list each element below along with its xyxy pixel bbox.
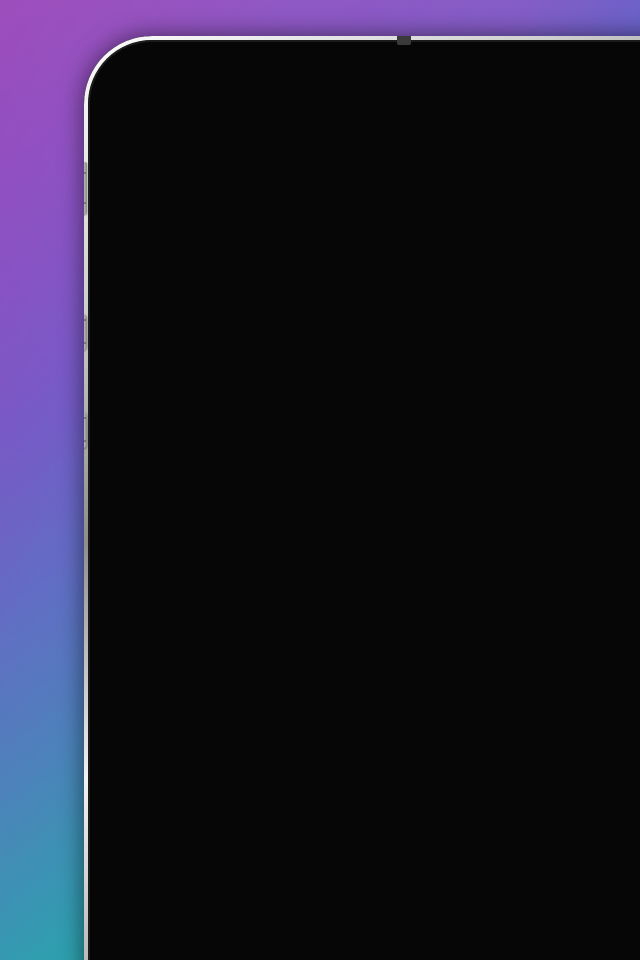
phone-bezel: Carrier 11:18 PM Back All day Tuesday, 1… bbox=[91, 43, 640, 960]
all-day-toggle[interactable] bbox=[613, 333, 640, 385]
all-day-toggle-knob bbox=[615, 335, 640, 385]
phone-device: Carrier 11:18 PM Back All day Tuesday, 1… bbox=[84, 36, 640, 960]
end-time-text: 11:00 bbox=[475, 565, 550, 600]
duration-label: Duration bbox=[224, 491, 327, 522]
end-ampm-badge: PM bbox=[552, 576, 585, 596]
time-number-grid: 1 2 3 4 5 6 7 8 9 bbox=[143, 688, 640, 960]
start-date-row[interactable]: Tuesday, 10 Sep 2013 9:00 PM bbox=[143, 393, 640, 469]
start-time-group[interactable]: 9:00 PM bbox=[476, 413, 570, 449]
volume-down-notch bbox=[84, 440, 86, 442]
wifi-icon bbox=[239, 293, 266, 318]
volume-up-button[interactable] bbox=[84, 314, 87, 350]
nav-bar-right-group: All day bbox=[512, 333, 640, 385]
event-time-form: Tuesday, 10 Sep 2013 9:00 PM Duration 2 bbox=[143, 392, 640, 622]
mute-switch-notch bbox=[84, 202, 86, 204]
start-time-text: 9:00 bbox=[475, 413, 536, 448]
number-cell[interactable]: 6 bbox=[521, 803, 640, 918]
volume-down-button[interactable] bbox=[84, 412, 87, 448]
number-cell[interactable]: 8 bbox=[332, 918, 522, 960]
app-screen: Carrier 11:18 PM Back All day Tuesday, 1… bbox=[143, 284, 640, 960]
carrier-group: Carrier bbox=[159, 292, 266, 319]
carrier-label: Carrier bbox=[159, 291, 230, 318]
end-time-group[interactable]: 11:00 PM bbox=[476, 565, 585, 601]
mute-switch-button[interactable] bbox=[84, 162, 87, 214]
back-button-label: Back bbox=[187, 341, 257, 376]
number-cell[interactable]: 9 bbox=[522, 918, 640, 960]
mute-switch-notch bbox=[84, 172, 86, 174]
number-cell[interactable]: 2 bbox=[332, 688, 522, 803]
section-title: Start Time bbox=[159, 637, 307, 671]
back-button[interactable]: Back bbox=[157, 336, 257, 380]
chevron-left-icon bbox=[157, 336, 182, 380]
volume-down-notch bbox=[84, 417, 86, 419]
speaker-mesh bbox=[450, 199, 563, 216]
number-cell[interactable]: 7 bbox=[143, 918, 333, 960]
duration-segmented-control: 2 hours 0 mins bbox=[340, 480, 594, 534]
end-date-row[interactable]: Tuesday, 10 Sep 2013 11:00 PM bbox=[143, 545, 640, 621]
navigation-bar: Back All day bbox=[143, 326, 640, 392]
number-cell[interactable]: 3 bbox=[521, 688, 640, 803]
camera-lens bbox=[331, 202, 343, 214]
number-cell[interactable]: 1 bbox=[143, 688, 333, 803]
duration-row: Duration 2 hours 0 mins bbox=[143, 469, 640, 545]
caret-down-icon[interactable] bbox=[191, 496, 215, 518]
number-cell[interactable]: 5 bbox=[332, 803, 522, 918]
grid-view-icon[interactable] bbox=[539, 635, 573, 674]
duration-hours-segment[interactable]: 2 hours bbox=[341, 481, 472, 533]
earpiece-speaker-icon bbox=[444, 195, 569, 220]
end-date-text: Tuesday, 10 Sep 2013 bbox=[159, 565, 464, 600]
start-time-section-header: Start Time bbox=[143, 622, 640, 688]
volume-up-notch bbox=[84, 342, 86, 344]
section-view-toggles bbox=[539, 634, 640, 675]
volume-up-notch bbox=[84, 319, 86, 321]
duration-mins-segment[interactable]: 0 mins bbox=[471, 481, 592, 533]
status-bar: Carrier 11:18 PM bbox=[143, 284, 640, 326]
start-date-text: Tuesday, 10 Sep 2013 bbox=[159, 413, 464, 448]
front-camera-icon bbox=[320, 191, 354, 225]
start-ampm-badge: PM bbox=[538, 424, 570, 444]
all-day-label: All day bbox=[511, 342, 599, 375]
list-view-icon[interactable] bbox=[625, 634, 640, 675]
number-cell[interactable]: 4 bbox=[143, 803, 333, 918]
antenna-band bbox=[397, 36, 411, 45]
